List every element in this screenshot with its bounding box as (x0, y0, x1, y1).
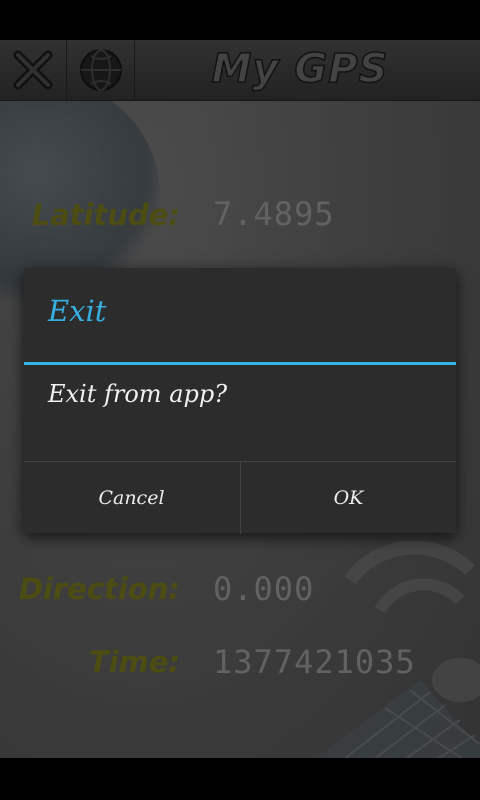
navigation-bar (0, 758, 480, 800)
cancel-button[interactable]: Cancel (24, 462, 239, 534)
status-bar (0, 0, 480, 40)
dialog-title-divider (24, 362, 456, 365)
dialog-button-bar: Cancel OK (24, 461, 456, 534)
ok-button[interactable]: OK (240, 462, 456, 534)
dialog-message: Exit from app? (48, 380, 228, 408)
dialog-title: Exit (48, 294, 107, 328)
exit-dialog: Exit Exit from app? Cancel OK (24, 268, 456, 534)
